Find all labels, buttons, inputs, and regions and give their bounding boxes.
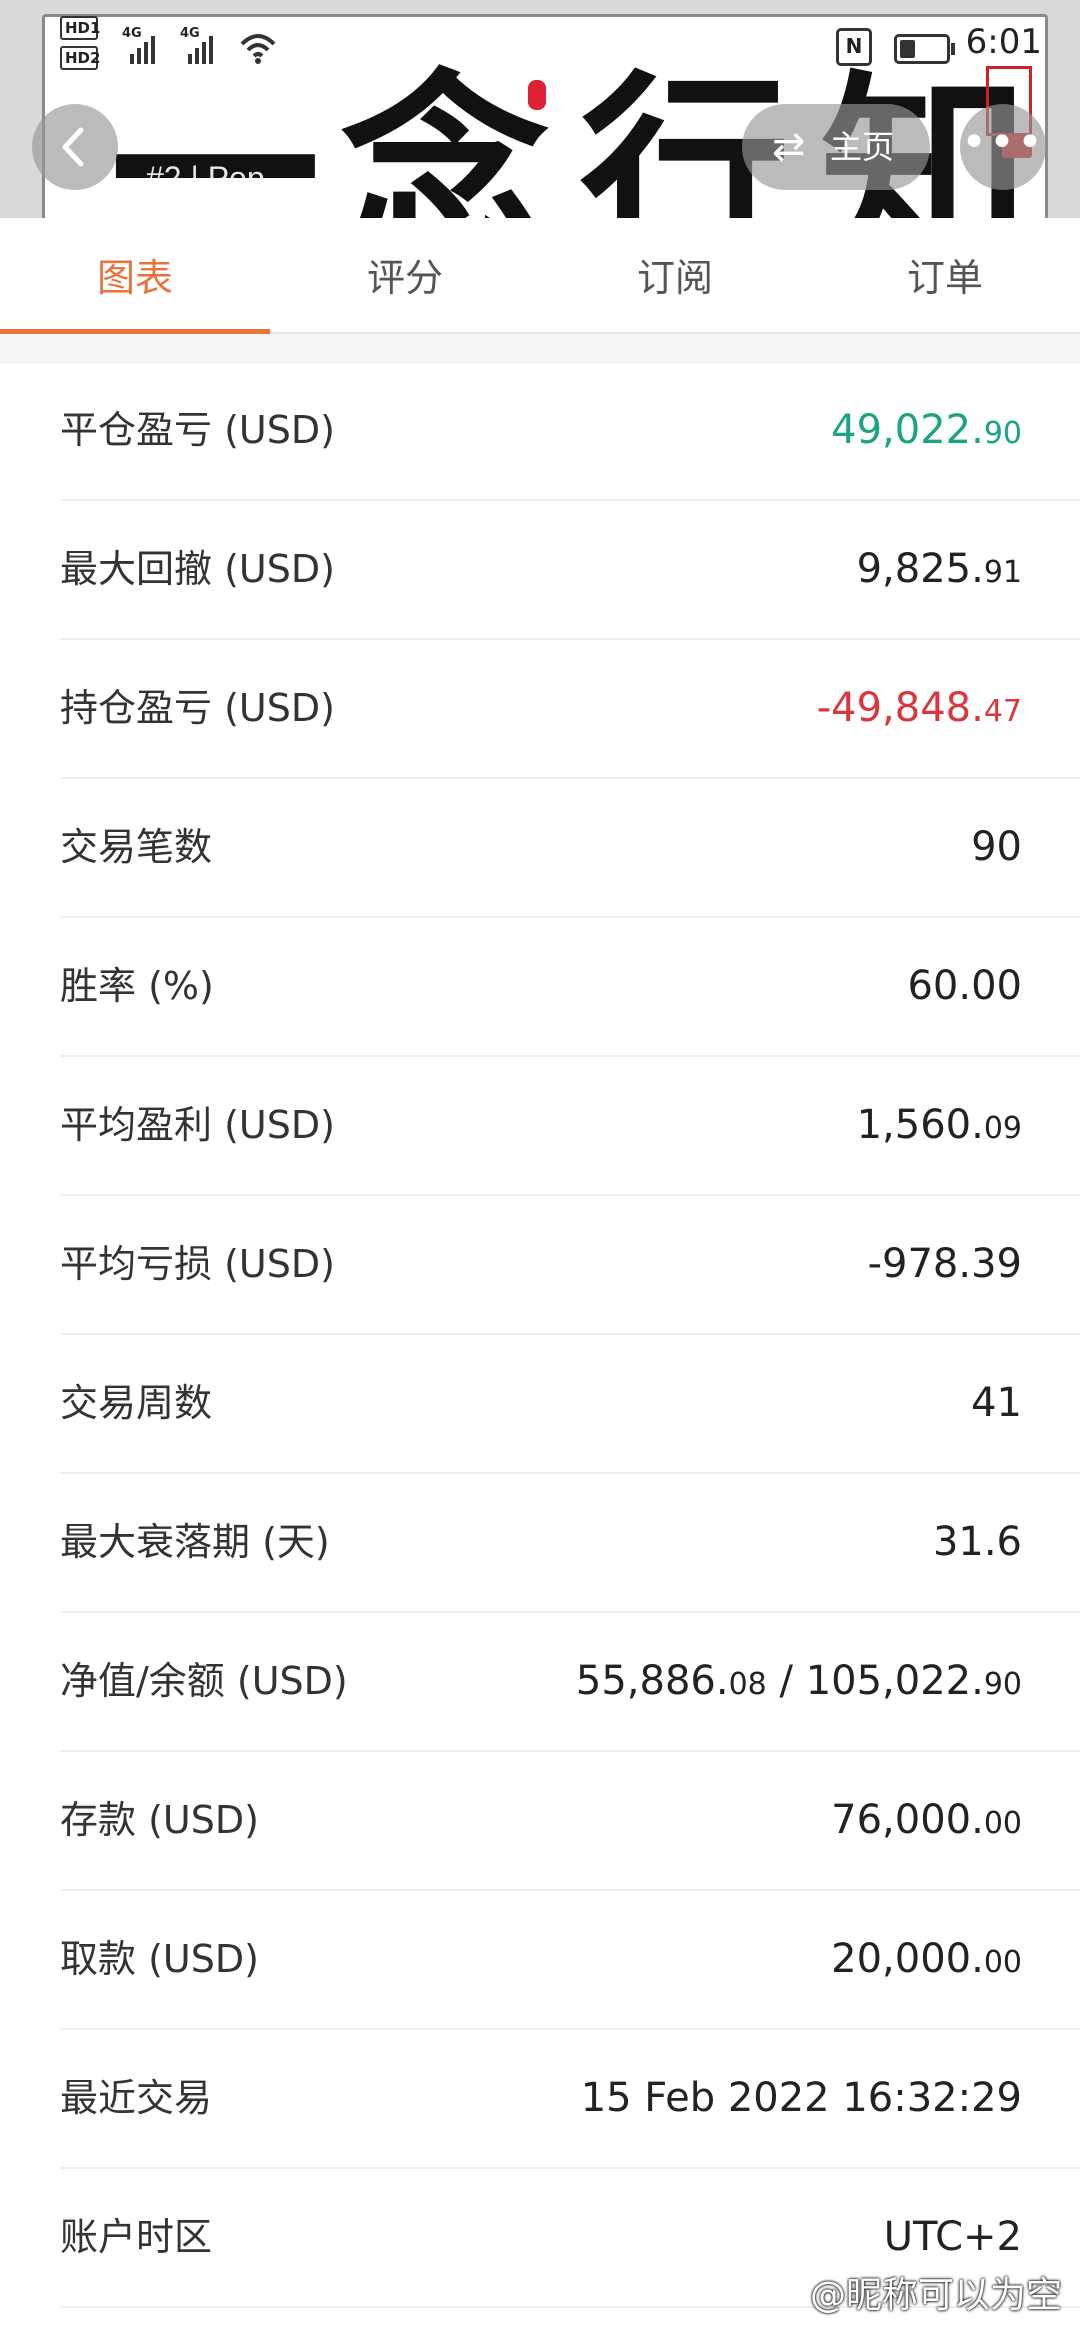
tab-rating-label: 评分 [366,256,443,300]
stat-value: 55,886.08 / 105,022.90 [575,1658,1022,1704]
signal-label-2: 4G [180,26,200,41]
stat-row-win-rate: 胜率 (%) 60.00 [60,918,1080,1057]
hd1-badge: HD1 [60,16,100,40]
stat-label: 取款 (USD) [60,1937,259,1981]
tab-chart-label: 图表 [96,256,173,300]
watermark: @昵称可以为空 [809,2275,1062,2316]
stats-list: 平仓盈亏 (USD) 49,022.90 最大回撤 (USD) 9,825.91… [0,362,1080,2308]
stat-label: 账户时区 [60,2215,213,2259]
calligraphy-char: 念 [340,51,551,219]
hd2-badge: HD2 [60,46,100,70]
stat-label: 最大回撤 (USD) [60,547,335,591]
signal-label: 4G [122,26,142,41]
stat-label: 交易笔数 [60,825,213,869]
home-button[interactable]: ⇄ 主页 [742,104,930,190]
stat-value: 31.6 [932,1519,1022,1565]
stat-value: 49,022.90 [831,407,1022,453]
tab-subscribe[interactable]: 订阅 [540,218,810,332]
stat-value: 15 Feb 2022 16:32:29 [580,2075,1022,2121]
tab-divider [0,334,1080,363]
stat-row-floating-pnl: 持仓盈亏 (USD) -49,848.47 [60,640,1080,779]
stat-row-deposits: 存款 (USD) 76,000.00 [60,1752,1080,1891]
hd-badges: HD1 HD2 [60,16,100,76]
stat-row-withdrawals: 取款 (USD) 20,000.00 [60,1891,1080,2030]
stat-value: -978.39 [867,1241,1022,1287]
stat-label: 平仓盈亏 (USD) [60,408,335,452]
stat-row-trading-weeks: 交易周数 41 [60,1335,1080,1474]
page: HD1 HD2 4G 4G N 6:01 一 念 行 #2 | Pep ⇄ 主页… [0,0,1080,2340]
stat-value: 41 [971,1380,1022,1426]
back-button[interactable] [32,104,118,190]
banner-subtitle: #2 | Pep [146,160,265,196]
stat-label: 胜率 (%) [60,964,214,1008]
tab-orders-label: 订单 [906,256,983,300]
tab-rating[interactable]: 评分 [270,218,540,332]
stat-row-max-drawdown-period: 最大衰落期 (天) 31.6 [60,1474,1080,1613]
stat-value: 60.00 [907,963,1022,1009]
stat-label: 最近交易 [60,2076,213,2120]
header-banner: HD1 HD2 4G 4G N 6:01 一 念 行 #2 | Pep ⇄ 主页… [0,0,1080,218]
stat-row-trade-count: 交易笔数 90 [60,779,1080,918]
stat-row-avg-profit: 平均盈利 (USD) 1,560.09 [60,1057,1080,1196]
stat-value: 1,560.09 [856,1102,1022,1148]
stat-value: 76,000.00 [831,1797,1022,1843]
stat-value: 9,825.91 [856,546,1022,592]
stat-row-equity-balance: 净值/余额 (USD) 55,886.08 / 105,022.90 [60,1613,1080,1752]
stat-row-avg-loss: 平均亏损 (USD) -978.39 [60,1196,1080,1335]
red-seal-mark [528,80,546,110]
tab-bar: 图表 评分 订阅 订单 [0,218,1080,334]
stat-value: 90 [971,824,1022,870]
tab-orders[interactable]: 订单 [810,218,1080,332]
stat-label: 净值/余额 (USD) [60,1659,348,1703]
stat-row-max-drawdown: 最大回撤 (USD) 9,825.91 [60,501,1080,640]
stat-label: 存款 (USD) [60,1798,259,1842]
stat-value: 20,000.00 [831,1936,1022,1982]
chevron-left-icon [62,127,84,167]
stat-label: 交易周数 [60,1381,213,1425]
stat-row-last-trade: 最近交易 15 Feb 2022 16:32:29 [60,2030,1080,2169]
stat-label: 持仓盈亏 (USD) [60,686,335,730]
more-dots-icon: ••• [961,117,1045,168]
stat-label: 最大衰落期 (天) [60,1520,330,1564]
swap-icon: ⇄ [772,124,806,170]
tab-subscribe-label: 订阅 [636,256,713,300]
stat-value: -49,848.47 [816,685,1022,731]
stat-label: 平均盈利 (USD) [60,1103,335,1147]
home-button-label: 主页 [830,128,895,166]
more-button[interactable]: ••• [960,104,1046,190]
stat-label: 平均亏损 (USD) [60,1242,335,1286]
tab-chart[interactable]: 图表 [0,218,270,334]
stat-row-closed-pnl: 平仓盈亏 (USD) 49,022.90 [60,362,1080,501]
